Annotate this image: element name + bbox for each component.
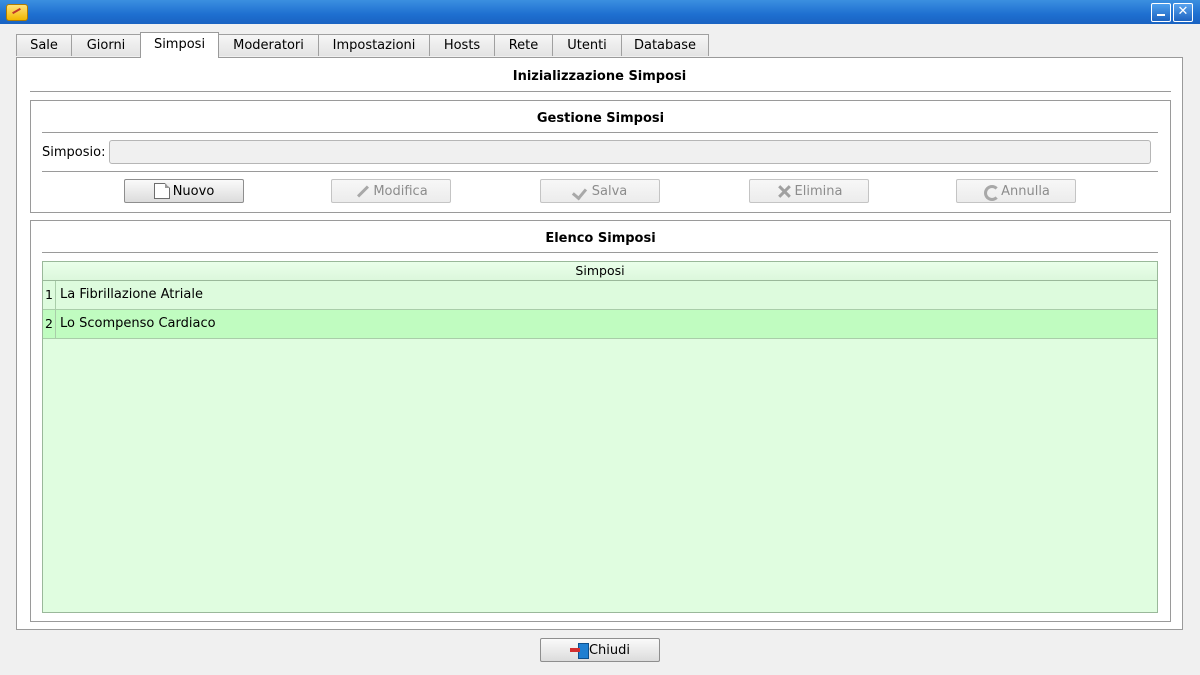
tab-hosts[interactable]: Hosts <box>429 34 495 56</box>
tab-database[interactable]: Database <box>621 34 709 56</box>
title-bar: ✕ <box>0 0 1200 24</box>
gestione-divider <box>42 132 1158 133</box>
table-row[interactable]: 1 La Fibrillazione Atriale <box>43 281 1157 310</box>
annulla-button[interactable]: Annulla <box>956 179 1076 203</box>
simposio-label: Simposio: <box>42 145 106 160</box>
app-icon <box>6 4 28 21</box>
elenco-title: Elenco Simposi <box>545 231 656 246</box>
elimina-button[interactable]: Elimina <box>749 179 869 203</box>
tab-sale[interactable]: Sale <box>16 34 72 56</box>
gestione-title: Gestione Simposi <box>536 111 665 126</box>
simposio-field[interactable] <box>109 140 1151 164</box>
elenco-divider <box>42 252 1158 253</box>
minimize-icon <box>1157 14 1165 16</box>
page-title: Inizializzazione Simposi <box>512 69 687 84</box>
chiudi-button[interactable]: Chiudi <box>540 638 660 662</box>
exit-door-icon <box>569 642 589 659</box>
close-icon: ✕ <box>1177 4 1189 19</box>
check-icon <box>573 183 589 199</box>
minimize-button[interactable] <box>1151 3 1171 22</box>
salva-button[interactable]: Salva <box>540 179 660 203</box>
simposi-grid[interactable]: Simposi 1 La Fibrillazione Atriale 2 Lo … <box>42 261 1158 613</box>
row-number: 2 <box>43 310 56 338</box>
tab-giorni[interactable]: Giorni <box>71 34 141 56</box>
nuovo-button[interactable]: Nuovo <box>124 179 244 203</box>
tab-rete[interactable]: Rete <box>494 34 553 56</box>
table-row-selected[interactable]: 2 Lo Scompenso Cardiaco <box>43 310 1157 339</box>
tab-impostazioni[interactable]: Impostazioni <box>318 34 430 56</box>
field-divider <box>42 171 1158 172</box>
undo-icon <box>982 183 1001 201</box>
tab-utenti[interactable]: Utenti <box>552 34 622 56</box>
modifica-button[interactable]: Modifica <box>331 179 451 203</box>
pencil-icon <box>354 183 370 199</box>
elenco-simposi-group: Elenco Simposi Simposi 1 La Fibrillazion… <box>30 220 1171 622</box>
delete-x-icon <box>776 183 792 199</box>
gestione-simposi-group: Gestione Simposi Simposio: Nuovo Modific… <box>30 100 1171 213</box>
row-name: La Fibrillazione Atriale <box>60 287 203 302</box>
title-divider <box>30 91 1171 92</box>
tab-moderatori[interactable]: Moderatori <box>218 34 319 56</box>
row-name: Lo Scompenso Cardiaco <box>60 316 216 331</box>
tab-panel-simposi: Inizializzazione Simposi Gestione Simpos… <box>16 57 1183 630</box>
tab-simposi[interactable]: Simposi <box>140 32 219 58</box>
column-header-simposi[interactable]: Simposi <box>43 262 1157 281</box>
row-number: 1 <box>43 281 56 309</box>
new-document-icon <box>153 183 170 199</box>
close-window-button[interactable]: ✕ <box>1173 3 1193 22</box>
